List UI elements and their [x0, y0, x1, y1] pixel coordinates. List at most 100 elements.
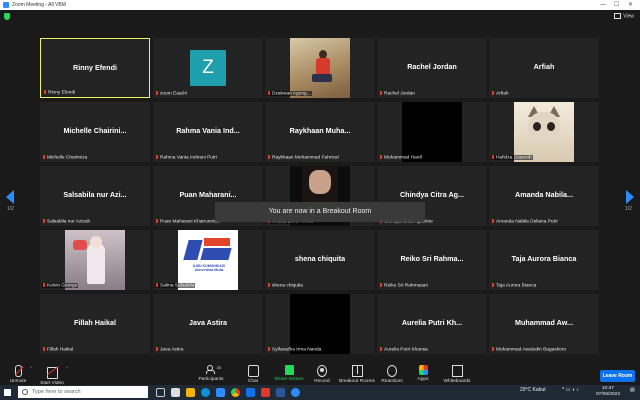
tile-name: Muhammad Aw...	[514, 318, 574, 327]
tile-name: shena chiquita	[294, 254, 346, 263]
task-view-icon[interactable]	[156, 388, 165, 397]
chevron-right-icon	[626, 190, 634, 204]
tile-caption: Michelle Chairiniza	[42, 155, 88, 160]
tile-name: Michelle Chairini...	[63, 126, 127, 135]
tile-name: Chindya Citra Ag...	[399, 190, 465, 199]
video-tile[interactable]: Rachel Jordan Rachel Jordan	[377, 38, 487, 98]
folder-icon[interactable]	[186, 388, 195, 397]
leave-room-button[interactable]: Leave Room	[600, 370, 635, 382]
participants-icon: 35	[206, 365, 221, 375]
video-tile[interactable]: Muhammad Hanif	[377, 102, 487, 162]
zoom-taskbar-icon[interactable]	[291, 388, 300, 397]
tile-name: Reiko Sri Rahma...	[400, 254, 464, 263]
office-icon[interactable]	[261, 388, 270, 397]
video-tile[interactable]: Michelle Chairini... Michelle Chairiniza	[40, 102, 150, 162]
meeting-toolbar: Unmute ^ Start Video ^ 35 Participants C…	[0, 363, 640, 386]
video-tile[interactable]: Taja Aurora Bianca Taja Aurora Bianca	[489, 230, 599, 290]
search-icon	[22, 389, 28, 395]
tile-caption: Taja Aurora Bianca	[491, 283, 537, 288]
tile-name: Fillah Haikal	[74, 318, 116, 327]
close-icon[interactable]: ✕	[628, 0, 633, 10]
tile-name: Amanda Nabila...	[515, 190, 573, 199]
start-video-button[interactable]: Start Video	[34, 365, 70, 386]
tile-caption: Syifaradha Irma Nanda	[267, 347, 322, 352]
mic-muted-icon	[14, 365, 22, 377]
video-tile[interactable]: ILMU KOMUNIKASI Universitas Mulia Salma …	[153, 230, 263, 290]
whiteboards-button[interactable]: Whiteboards	[439, 365, 475, 384]
tile-caption: Kelvin George	[42, 282, 79, 288]
tile-caption: Aurelia Putri Khansa	[379, 347, 429, 352]
participants-button[interactable]: 35 Participants	[193, 365, 229, 382]
video-tile[interactable]: Dzakwan Agung...	[265, 38, 375, 98]
mail-icon[interactable]	[246, 388, 255, 397]
minimize-icon[interactable]: —	[600, 0, 606, 10]
tile-caption: Puan Maharani Khairunnisa	[155, 219, 220, 224]
breakout-rooms-button[interactable]: Breakout Rooms	[339, 365, 375, 384]
video-tile[interactable]: Muhammad Aw... Muhammad Awaludin Bagasko…	[489, 294, 599, 354]
tile-caption: Arfiah	[491, 91, 510, 96]
word-icon[interactable]	[276, 388, 285, 397]
video-tile[interactable]: Syifaradha Irma Nanda	[265, 294, 375, 354]
tile-caption: zoom Eaa04	[155, 91, 188, 96]
profile-photo	[290, 38, 350, 98]
maximize-icon[interactable]: ☐	[614, 0, 619, 10]
chrome-icon[interactable]	[231, 388, 240, 397]
tile-name: Raykhaan Muha...	[289, 126, 351, 135]
tile-name: Salsabila nur Azi...	[63, 190, 127, 199]
tile-caption: Java Astira	[155, 347, 184, 352]
tile-caption: Fillah Haikal	[42, 347, 74, 352]
video-tile[interactable]: Salsabila nur Azi... Salsabila nur Aziza…	[40, 166, 150, 226]
tile-name: Java Astira	[188, 318, 228, 327]
tile-caption: Salsabila nur Azizah	[42, 219, 91, 224]
file-explorer-icon[interactable]	[171, 388, 180, 397]
record-button[interactable]: Record	[304, 365, 340, 384]
breakout-room-notification: You are now in a Breakout Room	[215, 202, 425, 222]
chevron-up-icon[interactable]: ^	[30, 365, 32, 370]
video-tile[interactable]: shena chiquita shena chiquita	[265, 230, 375, 290]
video-tile[interactable]: Raykhaan Muha... Raykhaan Muhammad Fahri…	[265, 102, 375, 162]
video-tile[interactable]: Z zoom Eaa04	[153, 38, 263, 98]
video-tile[interactable]: Reiko Sri Rahma... Reiko Sri Rahmasari	[377, 230, 487, 290]
previous-page-arrow[interactable]	[6, 190, 14, 204]
tile-caption: Rinny Efendi	[43, 90, 76, 95]
chat-button[interactable]: Chat	[235, 365, 271, 384]
tile-caption: Muhammad Awaludin Bagaskoro	[491, 347, 567, 352]
next-page-arrow[interactable]	[626, 190, 634, 204]
apps-button[interactable]: Apps	[405, 365, 441, 382]
system-tray-icons[interactable]: ^ ▭ ◖ ♪	[562, 387, 579, 393]
tile-caption: Rachel Jordan	[379, 91, 416, 96]
whiteboard-icon	[451, 365, 463, 377]
tile-caption: Salma Salsabila	[155, 282, 196, 288]
breakout-rooms-icon	[351, 365, 363, 377]
camera-off-icon	[46, 367, 58, 379]
notification-icon[interactable]: ▤	[630, 387, 635, 393]
store-icon[interactable]	[216, 388, 225, 397]
profile-photo	[514, 102, 574, 162]
page-indicator-left: 1/2	[7, 206, 14, 212]
chat-icon	[247, 365, 259, 377]
tile-name: Taja Aurora Bianca	[511, 254, 577, 263]
view-button[interactable]: View	[614, 13, 634, 19]
video-tile[interactable]: Fillah Haikal Fillah Haikal	[40, 294, 150, 354]
tile-caption: Muhammad Hanif	[379, 155, 423, 160]
university-logo: ILMU KOMUNIKASI Universitas Mulia	[178, 230, 238, 290]
video-tile[interactable]: Arfiah Arfiah	[489, 38, 599, 98]
taskbar-clock[interactable]: 10:47 07/06/2022	[596, 386, 620, 398]
chevron-up-icon[interactable]: ^	[66, 365, 68, 370]
share-screen-button[interactable]: Share Screen	[271, 365, 307, 382]
record-icon	[317, 365, 327, 377]
video-tile-active[interactable]: Rinny Efendi Rinny Efendi	[40, 38, 150, 98]
video-tile[interactable]: Hafidza Lisasrah	[489, 102, 599, 162]
shield-icon[interactable]	[4, 13, 10, 20]
video-tile[interactable]: Amanda Nabila... Amanda Nabila Deliana P…	[489, 166, 599, 226]
video-tile[interactable]: Java Astira Java Astira	[153, 294, 263, 354]
taskbar-search-input[interactable]: Type here to search	[18, 386, 148, 398]
avatar: Z	[190, 50, 226, 86]
tile-caption: Amanda Nabila Deliana Putri	[491, 219, 559, 224]
video-tile[interactable]: Rahma Vania Ind... Rahma Vania Indriani …	[153, 102, 263, 162]
video-tile[interactable]: Aurelia Putri Kh... Aurelia Putri Khansa	[377, 294, 487, 354]
edge-icon[interactable]	[201, 388, 210, 397]
video-tile[interactable]: Kelvin George	[40, 230, 150, 290]
windows-start-icon[interactable]	[4, 389, 11, 396]
weather-status[interactable]: 29°C Kabut	[520, 387, 546, 393]
